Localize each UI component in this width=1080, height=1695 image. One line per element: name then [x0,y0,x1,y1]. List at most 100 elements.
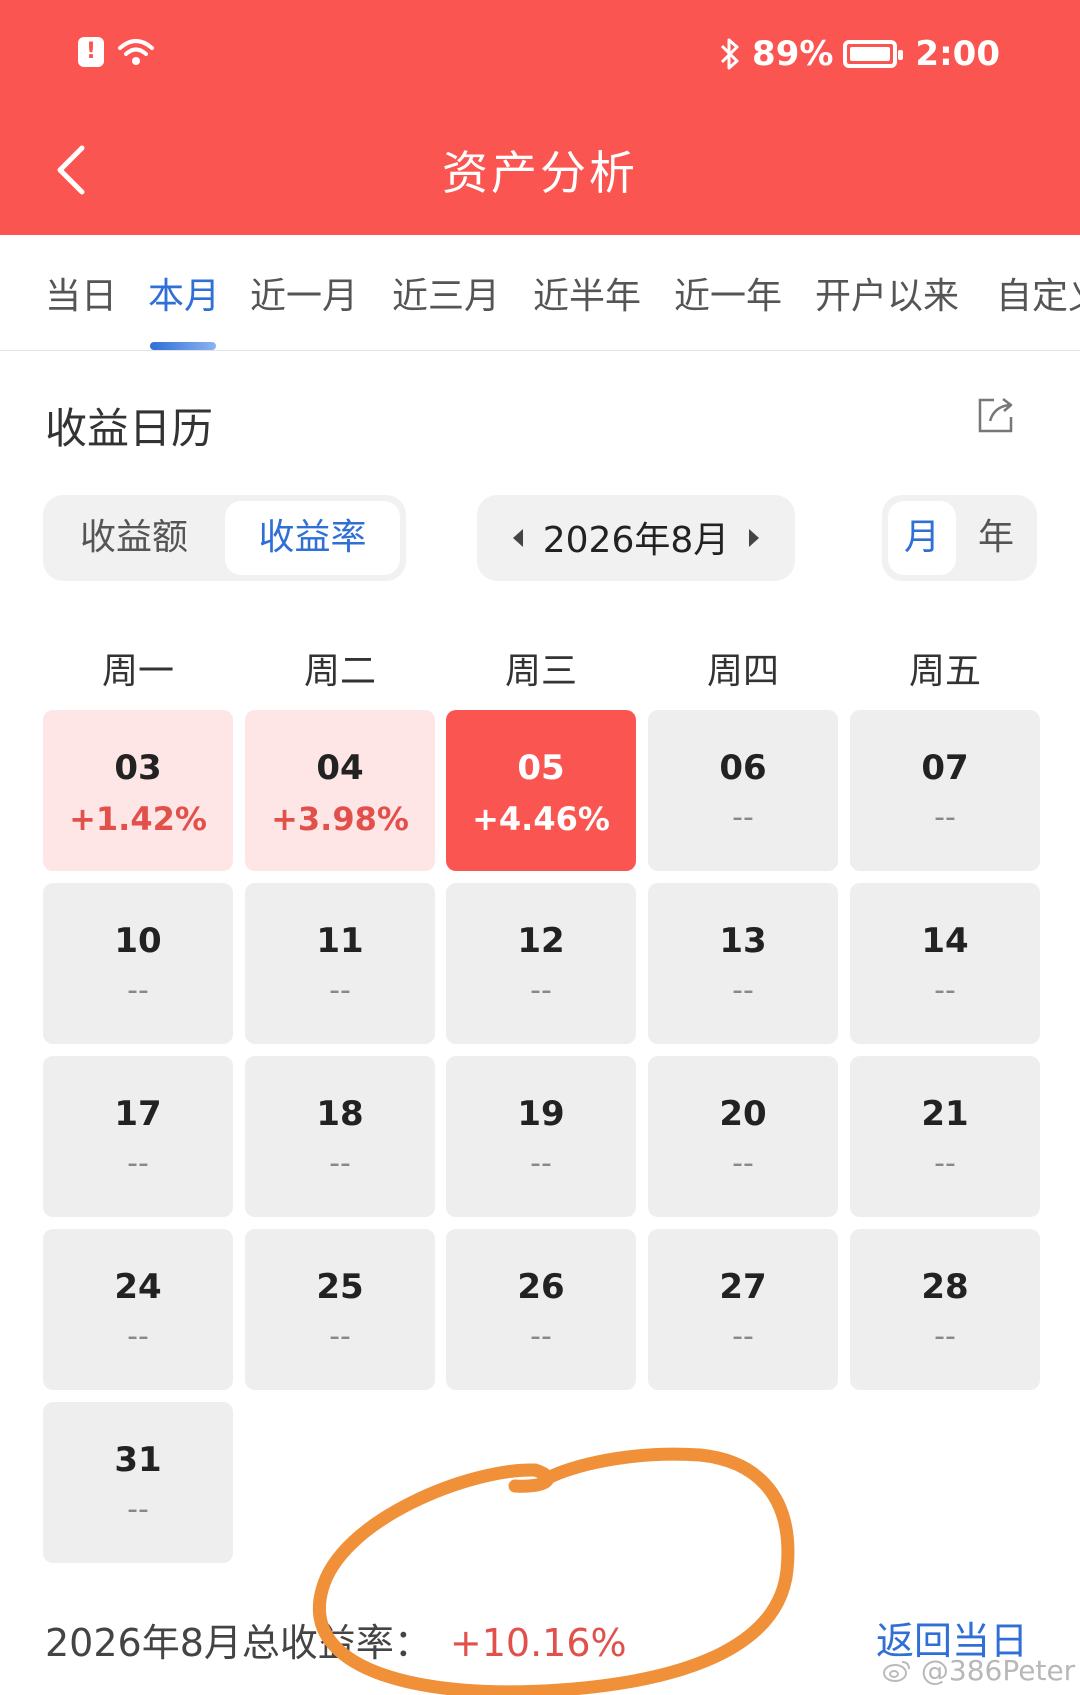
status-right: 89% 2:00 [718,34,1000,74]
battery-icon [843,40,904,68]
day-cell[interactable]: 26 -- [446,1229,636,1390]
day-return: -- [329,973,351,1008]
metric-option-rate[interactable]: 收益率 [225,501,400,575]
day-number: 13 [719,921,767,961]
tab-last-three-months[interactable]: 近三月 [392,267,500,319]
day-return: -- [530,973,552,1008]
day-number: 20 [719,1094,767,1134]
day-return: -- [329,1146,351,1181]
day-return: -- [329,1319,351,1354]
day-number: 04 [316,748,364,788]
tab-custom[interactable]: 自定义 [996,267,1080,319]
day-number: 18 [316,1094,364,1134]
day-number: 31 [114,1440,162,1480]
day-return: -- [732,1146,754,1181]
day-cell[interactable]: 10 -- [43,883,233,1044]
next-month-icon[interactable] [740,523,768,553]
app-header: ! 89% 2:00 资产分析 [0,0,1080,235]
watermark: @386Peter [882,1654,1075,1687]
day-cell[interactable]: 21 -- [850,1056,1040,1217]
day-cell[interactable]: 12 -- [446,883,636,1044]
period-tabs: 当日 本月 近一月 近三月 近半年 近一年 开户以来 自定义 [0,235,1080,351]
watermark-text: @386Peter [920,1654,1076,1687]
tab-last-year[interactable]: 近一年 [674,267,782,319]
day-number: 06 [719,748,767,788]
day-cell[interactable]: 07 -- [850,710,1040,871]
alert-icon: ! [78,37,104,67]
day-cell[interactable]: 27 -- [648,1229,838,1390]
day-cell[interactable]: 11 -- [245,883,435,1044]
day-number: 03 [114,748,162,788]
day-cell[interactable]: 17 -- [43,1056,233,1217]
day-cell[interactable]: 24 -- [43,1229,233,1390]
monthly-total-label: 2026年8月总收益率： [45,1621,432,1665]
day-cell[interactable]: 14 -- [850,883,1040,1044]
day-return: +4.46% [472,800,610,838]
month-navigator: 2026年8月 [477,495,795,581]
day-return: -- [530,1146,552,1181]
day-return: -- [934,1319,956,1354]
day-number: 28 [921,1267,969,1307]
day-return: -- [732,800,754,835]
day-cell[interactable]: 31 -- [43,1402,233,1563]
tab-since-opening[interactable]: 开户以来 [815,267,959,319]
weekday-wed: 周三 [504,651,577,692]
day-cell[interactable]: 18 -- [245,1056,435,1217]
day-number: 05 [517,748,565,788]
day-number: 12 [517,921,565,961]
day-return: -- [934,1146,956,1181]
monthly-total: 2026年8月总收益率： +10.16% [45,1612,627,1667]
period-option-year[interactable]: 年 [962,501,1030,575]
active-tab-indicator [150,342,216,350]
day-cell[interactable]: 06 -- [648,710,838,871]
day-return: +1.42% [69,800,207,838]
status-left: ! [78,36,156,68]
day-cell[interactable]: 28 -- [850,1229,1040,1390]
day-cell[interactable]: 03 +1.42% [43,710,233,871]
tab-last-half-year[interactable]: 近半年 [533,267,641,319]
share-icon[interactable] [976,395,1016,435]
day-return: -- [127,1319,149,1354]
day-return: +3.98% [271,800,409,838]
day-return: -- [732,1319,754,1354]
day-return: -- [732,973,754,1008]
period-option-month[interactable]: 月 [888,501,956,575]
day-cell-selected[interactable]: 05 +4.46% [446,710,636,871]
day-number: 25 [316,1267,364,1307]
day-return: -- [530,1319,552,1354]
monthly-total-value: +10.16% [449,1621,627,1665]
day-return: -- [934,973,956,1008]
day-cell[interactable]: 04 +3.98% [245,710,435,871]
weekday-fri: 周五 [908,651,981,692]
clock: 2:00 [915,34,1000,74]
page-title: 资产分析 [442,146,638,200]
weekday-thu: 周四 [706,651,779,692]
day-number: 24 [114,1267,162,1307]
metric-option-amount[interactable]: 收益额 [49,501,219,575]
day-cell[interactable]: 25 -- [245,1229,435,1390]
day-return: -- [127,1492,149,1527]
day-number: 17 [114,1094,162,1134]
day-number: 11 [316,921,364,961]
day-return: -- [127,1146,149,1181]
day-cell[interactable]: 13 -- [648,883,838,1044]
period-toggle: 月 年 [882,495,1037,581]
tab-last-month[interactable]: 近一月 [250,267,358,319]
tab-today[interactable]: 当日 [45,267,117,319]
day-number: 21 [921,1094,969,1134]
weibo-icon [883,1661,910,1682]
wifi-icon [118,39,154,65]
weekday-tue: 周二 [303,651,376,692]
metric-toggle: 收益额 收益率 [43,495,406,581]
tab-this-month[interactable]: 本月 [148,267,220,319]
day-cell[interactable]: 19 -- [446,1056,636,1217]
weekday-mon: 周一 [101,651,174,692]
day-return: -- [934,800,956,835]
battery-percent: 89% [752,34,834,74]
day-cell[interactable]: 20 -- [648,1056,838,1217]
bluetooth-icon [720,38,739,70]
day-number: 19 [517,1094,565,1134]
day-number: 27 [719,1267,767,1307]
day-number: 26 [517,1267,565,1307]
day-number: 14 [921,921,969,961]
